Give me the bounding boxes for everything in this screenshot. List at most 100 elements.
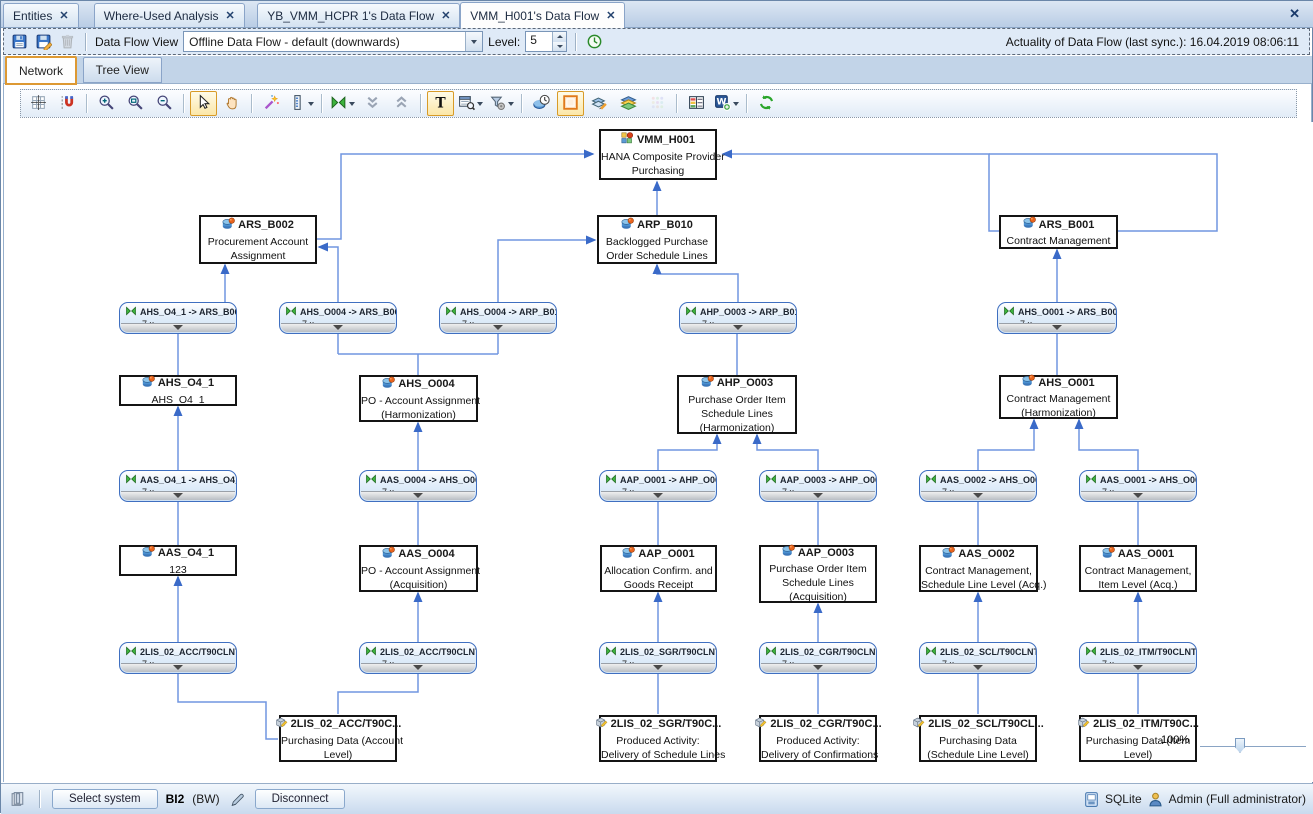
tool-collapse-all[interactable] — [388, 91, 415, 116]
tool-word-export[interactable]: W — [712, 91, 741, 116]
transformation-node[interactable]: AAS_O4_1 -> AHS_O4_17.x — [119, 470, 237, 502]
transformation-node[interactable]: 2LIS_02_ACC/T90CLNT090 ->...7.x — [119, 642, 237, 674]
tool-filter[interactable] — [487, 91, 516, 116]
data-node[interactable]: AHS_O001Contract Management(Harmonizatio… — [999, 375, 1118, 419]
system-list-icon[interactable] — [9, 790, 28, 809]
transformation-node[interactable]: AAS_O002 -> AHS_O0017.x — [919, 470, 1037, 502]
tab-where-used-analysis[interactable]: Where-Used Analysis✕ — [94, 3, 245, 27]
chevron-down-icon[interactable] — [733, 102, 739, 106]
close-icon[interactable]: ✕ — [441, 9, 450, 22]
tool-zoom-fit[interactable] — [122, 91, 149, 116]
data-node[interactable]: AAS_O4_1123 — [119, 545, 237, 576]
collapse-handle[interactable] — [441, 323, 555, 332]
tool-pointer[interactable] — [190, 91, 217, 116]
close-icon[interactable]: ✕ — [226, 9, 235, 22]
transformation-node[interactable]: 2LIS_02_CGR/T90CLNT090 ->...7.x — [759, 642, 877, 674]
collapse-handle[interactable] — [601, 663, 715, 672]
tab-yb-vmm-hcpr-1-s-data-flow[interactable]: YB_VMM_HCPR 1's Data Flow✕ — [257, 3, 460, 27]
tool-layers-edit[interactable] — [586, 91, 613, 116]
transformation-node[interactable]: AHS_O001 -> ARS_B0017.x — [997, 302, 1117, 334]
collapse-handle[interactable] — [121, 663, 235, 672]
collapse-handle[interactable] — [121, 323, 235, 332]
spin-down-icon[interactable] — [553, 42, 566, 52]
transformation-node[interactable]: AHS_O004 -> ARP_B0107.x — [439, 302, 557, 334]
spin-up-icon[interactable] — [553, 32, 566, 42]
tool-zoom-out[interactable] — [151, 91, 178, 116]
data-node[interactable]: AAS_O002Contract Management,Schedule Lin… — [919, 545, 1038, 592]
tool-expand-all[interactable] — [359, 91, 386, 116]
chevron-down-icon[interactable] — [477, 102, 483, 106]
tool-view-options[interactable] — [456, 91, 485, 116]
collapse-handle[interactable] — [1081, 663, 1195, 672]
collapse-handle[interactable] — [921, 663, 1035, 672]
transformation-node[interactable]: 2LIS_02_SGR/T90CLNT090 ->...7.x — [599, 642, 717, 674]
data-node[interactable]: AHS_O004PO - Account Assignment(Harmoniz… — [359, 375, 478, 422]
zoom-slider-track[interactable] — [1200, 746, 1306, 748]
data-node[interactable]: VMM_H001HANA Composite ProviderPurchasin… — [599, 129, 717, 180]
data-node[interactable]: AHP_O003Purchase Order ItemSchedule Line… — [677, 375, 797, 434]
data-node[interactable]: AAP_O001Allocation Confirm. andGoods Rec… — [600, 545, 717, 592]
collapse-handle[interactable] — [1081, 491, 1195, 500]
transformation-node[interactable]: 2LIS_02_ACC/T90CLNT090 ->...7.x — [359, 642, 477, 674]
data-node[interactable]: 2LIS_02_ACC/T90C...Purchasing Data (Acco… — [279, 715, 397, 762]
data-node[interactable]: AAS_O004PO - Account Assignment(Acquisit… — [359, 545, 478, 592]
tool-layout[interactable] — [287, 91, 316, 116]
tab-vmm-h001-s-data-flow[interactable]: VMM_H001's Data Flow✕ — [460, 2, 625, 28]
transformation-node[interactable]: 2LIS_02_SCL/T90CLNT090 ->...7.x — [919, 642, 1037, 674]
data-node[interactable]: ARS_B002Procurement AccountAssignment — [199, 215, 317, 264]
chevron-down-icon[interactable] — [465, 32, 482, 51]
chevron-down-icon[interactable] — [349, 102, 355, 106]
tool-frame[interactable] — [557, 91, 584, 116]
tool-zoom-in[interactable] — [93, 91, 120, 116]
collapse-handle[interactable] — [601, 491, 715, 500]
tool-pan[interactable] — [219, 91, 246, 116]
tool-legend[interactable] — [683, 91, 710, 116]
tab-entities[interactable]: Entities✕ — [3, 3, 79, 27]
data-node[interactable]: AAP_O003Purchase Order ItemSchedule Line… — [759, 545, 877, 603]
close-icon[interactable]: ✕ — [59, 9, 68, 22]
tool-text[interactable]: T — [427, 91, 454, 116]
collapse-handle[interactable] — [121, 491, 235, 500]
data-flow-select[interactable]: Offline Data Flow - default (downwards) — [183, 31, 483, 52]
tool-layers[interactable] — [615, 91, 642, 116]
clock-check-icon[interactable] — [585, 32, 604, 51]
collapse-handle[interactable] — [761, 491, 875, 500]
transformation-node[interactable]: AAS_O004 -> AHS_O0047.x — [359, 470, 477, 502]
tool-snap-magnet[interactable] — [54, 91, 81, 116]
data-node[interactable]: ARP_B010Backlogged PurchaseOrder Schedul… — [597, 215, 717, 264]
transformation-node[interactable]: 2LIS_02_ITM/T90CLNT090 ->...7.x — [1079, 642, 1197, 674]
tool-transformation[interactable] — [328, 91, 357, 116]
collapse-handle[interactable] — [361, 491, 475, 500]
select-system-button[interactable]: Select system — [52, 789, 158, 809]
pen-icon[interactable] — [228, 790, 247, 809]
save-icon[interactable] — [10, 32, 29, 51]
collapse-handle[interactable] — [999, 323, 1115, 332]
save-as-icon[interactable] — [34, 32, 53, 51]
view-tab-network[interactable]: Network — [5, 56, 77, 85]
collapse-handle[interactable] — [681, 323, 795, 332]
close-icon[interactable]: ✕ — [606, 9, 615, 22]
collapse-handle[interactable] — [761, 663, 875, 672]
transformation-node[interactable]: AAS_O001 -> AHS_O0017.x — [1079, 470, 1197, 502]
data-node[interactable]: AHS_O4_1AHS_O4_1 — [119, 375, 237, 406]
data-node[interactable]: 2LIS_02_SCL/T90CL...Purchasing Data(Sche… — [919, 715, 1037, 762]
data-node[interactable]: ARS_B001Contract Management — [999, 215, 1118, 249]
transformation-node[interactable]: AHS_O4_1 -> ARS_B0027.x — [119, 302, 237, 334]
transformation-node[interactable]: AAP_O001 -> AHP_O0037.x — [599, 470, 717, 502]
collapse-handle[interactable] — [281, 323, 395, 332]
level-stepper[interactable]: 5 — [525, 31, 567, 52]
collapse-handle[interactable] — [361, 663, 475, 672]
view-tab-tree-view[interactable]: Tree View — [83, 57, 162, 83]
close-tab-group-icon[interactable]: ✕ — [1289, 6, 1300, 22]
data-node[interactable]: 2LIS_02_SGR/T90C...Produced Activity:Del… — [599, 715, 717, 762]
level-value[interactable]: 5 — [526, 32, 552, 51]
diagram-canvas[interactable]: 100% VMM_H001HANA Composite ProviderPurc… — [4, 122, 1313, 782]
chevron-down-icon[interactable] — [508, 102, 514, 106]
tool-magic-wand[interactable] — [258, 91, 285, 116]
transformation-node[interactable]: AHP_O003 -> ARP_B0107.x — [679, 302, 797, 334]
tool-clock[interactable] — [528, 91, 555, 116]
collapse-handle[interactable] — [921, 491, 1035, 500]
chevron-down-icon[interactable] — [308, 102, 314, 106]
tool-grid[interactable] — [25, 91, 52, 116]
data-node[interactable]: 2LIS_02_CGR/T90C...Produced Activity:Del… — [759, 715, 877, 762]
